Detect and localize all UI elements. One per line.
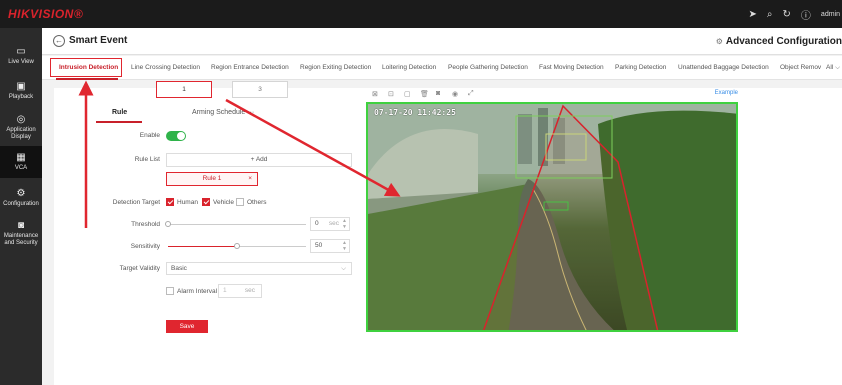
gear-icon: ⚙ [16,188,26,199]
enable-toggle[interactable] [166,131,186,141]
sidebar-item-label: Live View [8,59,34,65]
threshold-input[interactable]: 0 sec ▲ ▼ [310,217,350,231]
sidebar-item-label: Application Display [6,127,36,140]
search-icon[interactable]: ⌕ [767,9,773,20]
alarm-interval-label: Alarm Interval [177,288,218,295]
sidebar-item-maintenance[interactable]: ◙ Maintenance and Security [0,220,42,246]
vehicle-checkbox[interactable] [202,198,210,206]
sidebar-item-configuration[interactable]: ⚙ Configuration [0,188,42,208]
detection-target-label: Detection Target [112,199,160,206]
min-size-icon[interactable]: ▢ [404,90,411,98]
title-bar: ← Smart Event ⚙ Advanced Configuration [42,28,842,55]
target-validity-label: Target Validity [119,265,160,272]
sidebar-item-vca[interactable]: ▦ VCA [0,146,42,178]
threshold-slider-knob[interactable] [165,221,171,227]
tab-fast-moving[interactable]: Fast Moving Detection [539,64,604,71]
capture-icon[interactable]: ◙ [436,90,440,97]
video-scene [368,104,736,330]
draw-area-icon[interactable]: ⊠ [372,90,378,98]
sensitivity-slider-fill [168,246,237,247]
sidebar-item-live-view[interactable]: ▭ Live View [0,46,42,66]
send-icon[interactable]: ➤ [749,9,757,20]
sidebar-item-playback[interactable]: ▣ Playback [0,81,42,101]
sidebar-item-label: Maintenance and Security [3,233,39,246]
brand-logo: HIKVISION® [8,7,84,21]
tab-intrusion-detection[interactable]: Intrusion Detection [59,64,118,71]
all-tabs-dropdown[interactable]: All ⌵ [826,64,840,72]
threshold-label: Threshold [131,221,160,228]
back-icon[interactable]: ← [53,35,65,47]
rule-tab-3[interactable]: 3 [232,81,288,98]
info-icon[interactable]: ⓘ [801,7,811,22]
tab-region-exiting[interactable]: Region Exiting Detection [300,64,371,71]
config-subtabs: Rule Arming Schedule ··· [82,103,332,125]
example-link[interactable]: Example [715,90,738,96]
sidebar-item-application-display[interactable]: ◎ Application Display [0,114,42,140]
shield-icon: ◙ [17,220,25,231]
monitor-icon: ▭ [16,46,26,57]
subtab-rule[interactable]: Rule [112,109,127,116]
sensitivity-input[interactable]: 50 ▲ ▼ [310,239,350,253]
building [518,114,532,164]
main-area: ← Smart Event ⚙ Advanced Configuration In… [42,28,842,385]
page-title: Smart Event [69,35,128,46]
gear-icon: ⚙ [715,37,723,46]
active-tab-underline [56,78,118,80]
subtab-underline [96,121,142,123]
enable-label: Enable [139,132,160,139]
event-tabs: Intrusion Detection Line Crossing Detect… [42,56,842,80]
tab-parking[interactable]: Parking Detection [615,64,666,71]
delete-icon[interactable]: 🗑 [420,90,429,98]
alarm-interval-input[interactable]: 1 sec [218,284,262,298]
rule-tab-1[interactable]: 1 [156,81,212,98]
threshold-slider[interactable] [168,224,306,225]
save-button[interactable]: Save [166,320,208,333]
sidebar-item-label: Playback [8,94,34,100]
sidebar-item-label: Configuration [3,201,39,207]
sensitivity-slider-knob[interactable] [234,243,240,249]
rule-list-item[interactable]: Rule 1 × [166,172,258,186]
app-icon: ◎ [16,114,26,125]
top-icons: ➤ ⌕ ↻ ⓘ admin [749,0,842,28]
sensitivity-label: Sensitivity [130,243,160,250]
tab-unattended-baggage[interactable]: Unattended Baggage Detection [678,64,769,71]
max-size-icon[interactable]: ⊡ [388,90,394,98]
advanced-configuration-button[interactable]: ⚙ Advanced Configuration [716,36,842,47]
video-toolbar: ⊠ ⊡ ▢ 🗑 ◙ ◉ ⤢ Example [366,88,738,102]
rule-list-label: Rule List [134,156,160,163]
record-icon[interactable]: ◉ [452,90,458,98]
others-checkbox[interactable] [236,198,244,206]
chevron-down-icon: ⌵ [341,265,346,272]
refresh-icon[interactable]: ↻ [783,9,791,20]
sidebar-item-label: VCA [14,165,28,171]
others-label: Others [247,199,267,206]
user-name[interactable]: admin [821,11,840,18]
target-validity-select[interactable]: Basic ⌵ [166,262,352,275]
spinner-icon[interactable]: ▲ ▼ [342,240,347,252]
human-checkbox[interactable] [166,198,174,206]
tab-loitering[interactable]: Loitering Detection [382,64,436,71]
vehicle-label: Vehicle [213,199,234,206]
grid-icon: ▦ [16,152,26,163]
osd-timestamp: 07-17-20 11:42:25 [374,108,456,117]
sidebar: ▭ Live View ▣ Playback ◎ Application Dis… [0,28,42,385]
top-bar: HIKVISION® ➤ ⌕ ↻ ⓘ admin [0,0,842,28]
tab-line-crossing[interactable]: Line Crossing Detection [131,64,200,71]
close-icon[interactable]: × [248,173,252,185]
add-rule-button[interactable]: + Add [166,153,352,167]
tab-object-removal[interactable]: Object Remov [780,64,821,71]
spinner-icon[interactable]: ▲ ▼ [342,218,347,230]
subtab-arming-schedule[interactable]: Arming Schedule ··· [192,109,254,116]
alarm-interval-checkbox[interactable] [166,287,174,295]
human-label: Human [177,199,198,206]
tab-region-entrance[interactable]: Region Entrance Detection [211,64,289,71]
play-icon: ▣ [16,81,26,92]
tab-people-gathering[interactable]: People Gathering Detection [448,64,528,71]
fullscreen-icon[interactable]: ⤢ [468,90,474,98]
live-video[interactable]: 07-17-20 11:42:25 [366,102,738,332]
